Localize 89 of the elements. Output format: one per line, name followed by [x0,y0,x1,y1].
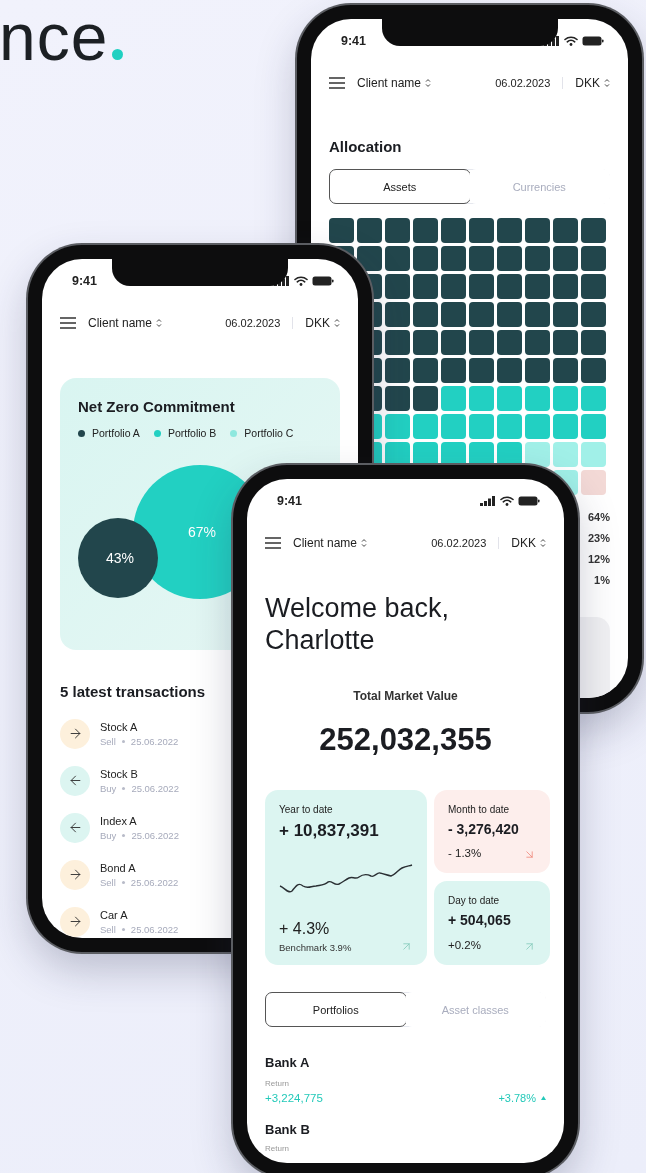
transaction-name: Index A [100,814,138,827]
up-right-arrow-icon [400,940,413,953]
legend-item: Portfolio B [153,427,217,439]
status-time: 9:41 [72,274,98,288]
dot-icon [121,739,125,743]
logo-text: nce [0,0,109,76]
card-title: Net Zero Commitment [78,398,236,416]
transaction-name: Bond A [100,861,137,874]
sort-chevron-icon [361,538,368,548]
battery-icon [312,276,334,286]
battery-icon [582,36,604,46]
signal-icon [544,36,560,46]
legend-item: Portfolio C [230,427,294,439]
card-label: Day to date [448,895,501,906]
card-change: - 1.3% [448,847,482,859]
client-selector[interactable]: Client name [357,76,432,90]
section-title: 5 latest transactions [60,683,207,701]
card-value: + 504,065 [448,912,512,928]
transaction-type: Sell [100,923,116,935]
up-right-arrow-icon [523,940,536,953]
percent-value: 12% [587,552,610,567]
transaction-date: 25.06.2022 [130,876,179,888]
currency-selector[interactable]: DKK [575,76,610,90]
signal-icon [274,276,290,286]
dot-icon [121,880,125,884]
transaction-date: 25.06.2022 [131,829,179,841]
dot-icon [122,786,126,790]
bank-name: Bank A [265,1054,311,1072]
transaction-date: 25.06.2022 [130,735,179,747]
sort-chevron-icon [334,318,340,328]
card-change: + 4.3% [279,920,330,937]
total-value: 252,032,355 [318,722,493,758]
sort-chevron-icon [156,318,163,328]
bubble-label: 67% [188,524,216,540]
card-value: + 10,837,391 [279,821,380,841]
card-label: Month to date [448,804,511,815]
transaction-name: Stock A [100,720,139,733]
transaction-type: Buy [100,782,117,794]
signal-icon [480,496,496,506]
currency-selector[interactable]: DKK [305,316,340,330]
battery-icon [518,496,540,506]
down-right-arrow-icon [523,848,536,861]
legend-item: Portfolio A [78,427,140,439]
card-value: - 3,276,420 [448,821,520,837]
currency-selector[interactable]: DKK [511,536,546,550]
logo-dot-icon [112,49,124,60]
transaction-name: Stock B [100,767,139,780]
segment-tab[interactable]: Portfolios [265,992,407,1027]
menu-icon[interactable] [329,77,345,89]
transaction-type: Sell [100,735,116,747]
status-time: 9:41 [277,494,303,508]
percent-value: 1% [594,573,610,588]
menu-icon[interactable] [60,317,76,329]
bubble-label: 43% [106,550,134,566]
transaction-date: 25.06.2022 [131,782,179,794]
up-triangle-icon [541,1096,546,1100]
transaction-type: Buy [100,829,117,841]
return-label: Return [265,1078,290,1090]
transaction-date: 25.06.2022 [130,923,179,935]
return-percent: +3.78% [498,1090,546,1106]
date-label: 06.02.2023 [495,77,551,89]
date-label: 06.02.2023 [431,537,487,549]
wifi-icon [500,496,514,506]
return-label: Return [265,1143,290,1155]
card-change: +0.2% [448,939,481,951]
wifi-icon [294,276,308,286]
total-label: Total Market Value [352,688,459,704]
dot-icon [122,833,126,837]
segment-tab[interactable]: Assets [329,169,471,204]
transaction-name: Car A [100,908,129,921]
sort-chevron-icon [425,78,432,88]
percent-value: 23% [587,531,610,546]
return-amount: +3,224,775 [265,1091,323,1106]
client-selector[interactable]: Client name [293,536,368,550]
menu-icon[interactable] [265,537,281,549]
dot-icon [121,927,125,931]
wifi-icon [564,36,578,46]
bank-name: Bank B [265,1121,311,1139]
status-time: 9:41 [341,34,367,48]
card-label: Year to date [279,804,334,815]
section-title: Allocation [329,138,403,156]
benchmark-text: Benchmark 3.9% [279,942,352,953]
welcome-heading: Welcome back, Charlotte [265,592,451,656]
date-label: 06.02.2023 [225,317,281,329]
sort-chevron-icon [604,78,610,88]
percent-value: 64% [587,510,610,525]
sort-chevron-icon [540,538,546,548]
client-selector[interactable]: Client name [88,316,163,330]
transaction-type: Sell [100,876,116,888]
